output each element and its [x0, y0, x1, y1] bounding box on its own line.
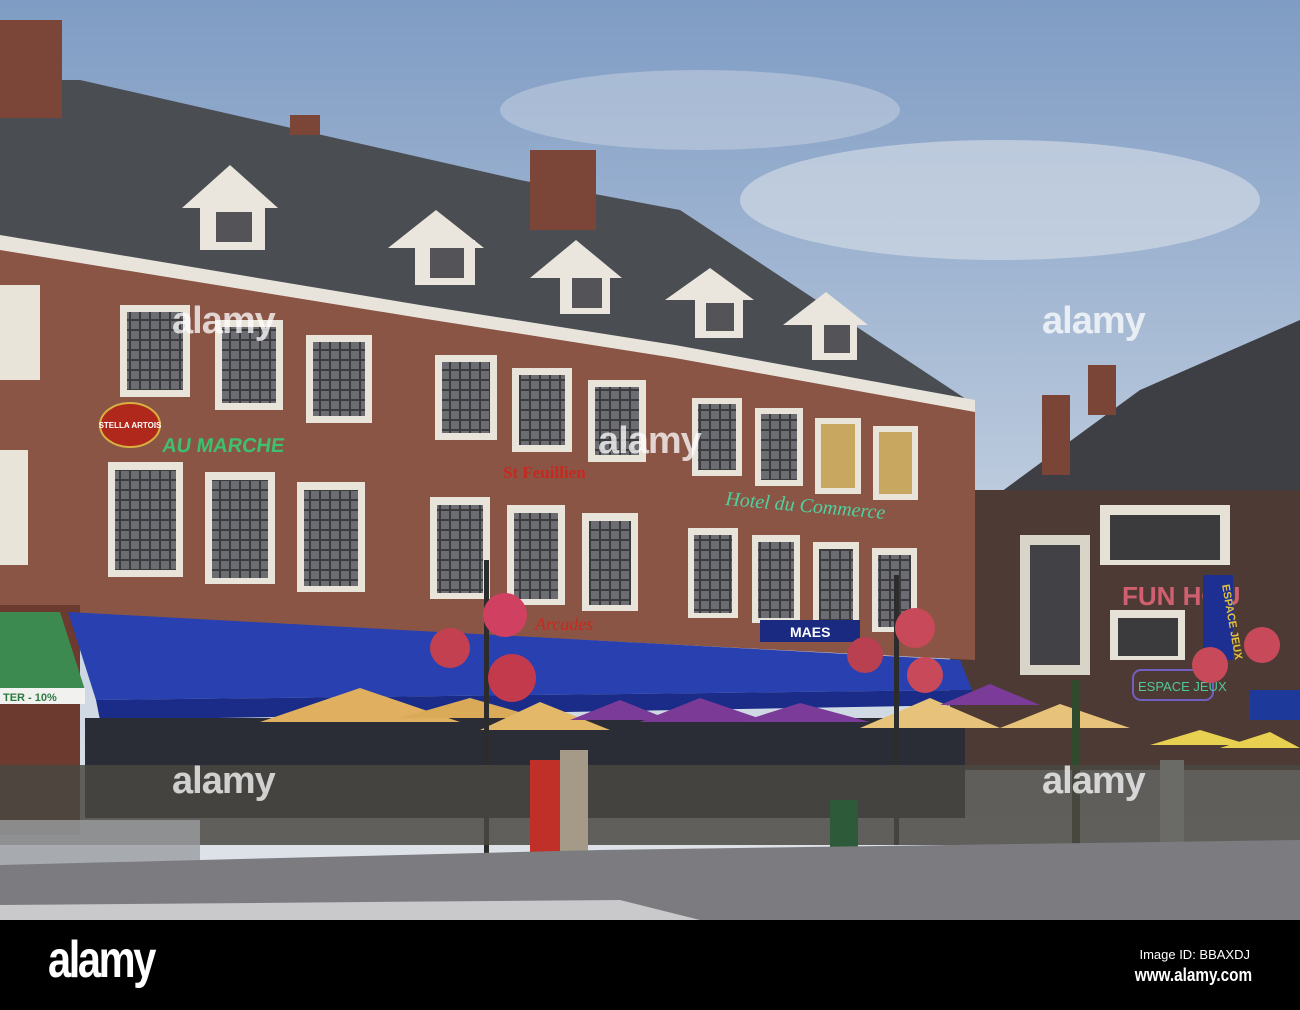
discount-sign: TER - 10% [3, 692, 57, 704]
watermark: alamy [1042, 760, 1146, 802]
st-feuillien-sign: St Feuillien [503, 463, 586, 482]
cloud [740, 140, 1260, 260]
maes-sign: MAES [790, 624, 830, 640]
au-marche-sign: AU MARCHE [161, 435, 286, 457]
svg-text:STELLA ARTOIS: STELLA ARTOIS [99, 421, 162, 430]
footer-bar: alamy Image ID: BBAXDJ www.alamy.com [0, 920, 1300, 1010]
image-id: Image ID: BBAXDJ [1139, 947, 1250, 962]
arcades-sign: Arcades [534, 614, 593, 634]
alamy-logo: alamy [48, 931, 156, 989]
watermark: alamy [172, 760, 276, 802]
watermark: alamy [1042, 300, 1146, 342]
photo-scene: FUN HOU ESPACE JEUX ESPACE JEUX STELLA A… [0, 0, 1300, 1010]
site-url: www.alamy.com [1134, 965, 1252, 985]
watermark: alamy [598, 420, 702, 462]
stella-artois-sign: STELLA ARTOIS [99, 402, 162, 448]
cloud [500, 70, 900, 150]
watermark: alamy [172, 300, 276, 342]
